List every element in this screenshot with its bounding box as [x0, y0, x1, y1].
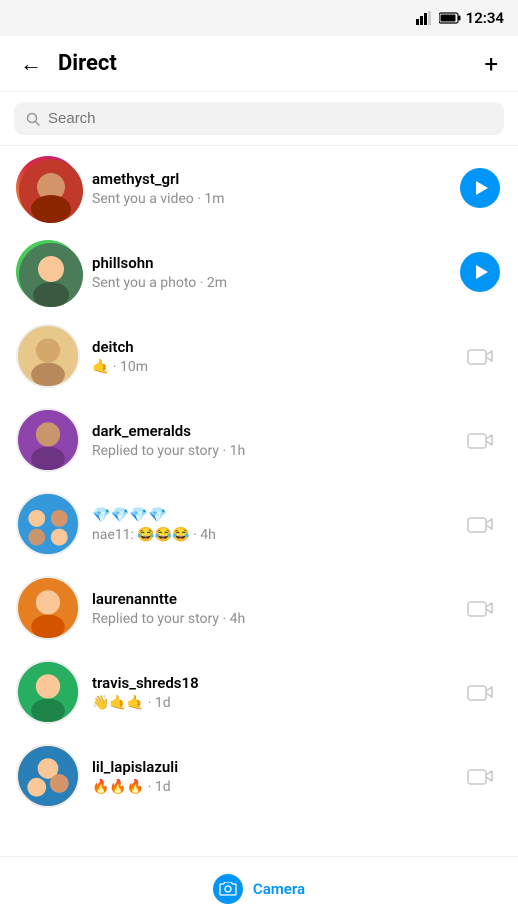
header: ← Direct + [0, 36, 518, 92]
message-action[interactable] [458, 166, 502, 210]
message-content: lil_lapislazuli 🔥🔥🔥 · 1d [92, 758, 446, 795]
camera-label: Camera [253, 880, 305, 898]
camera-icon [467, 343, 493, 369]
avatar [16, 576, 80, 640]
list-item[interactable]: 💎💎💎💎 nae11: 😂😂😂 · 4h [0, 482, 518, 566]
message-preview: nae11: 😂😂😂 · 4h [92, 527, 446, 543]
avatar [16, 660, 80, 724]
camera-icon [467, 763, 493, 789]
list-item[interactable]: phillsohn Sent you a photo · 2m [0, 230, 518, 314]
list-item[interactable]: deitch 🤙 · 10m [0, 314, 518, 398]
message-username: laurenanntte [92, 590, 446, 608]
message-action[interactable] [458, 334, 502, 378]
list-item[interactable]: travis_shreds18 👋🤙🤙 · 1d [0, 650, 518, 734]
play-button[interactable] [460, 252, 500, 292]
message-content: 💎💎💎💎 nae11: 😂😂😂 · 4h [92, 506, 446, 543]
list-item[interactable]: amethyst_grl Sent you a video · 1m [0, 146, 518, 230]
message-preview: 🔥🔥🔥 · 1d [92, 779, 446, 795]
message-username: deitch [92, 338, 446, 356]
avatar [16, 492, 80, 556]
message-content: travis_shreds18 👋🤙🤙 · 1d [92, 674, 446, 711]
message-content: deitch 🤙 · 10m [92, 338, 446, 375]
page-title: Direct [58, 51, 480, 76]
message-username: travis_shreds18 [92, 674, 446, 692]
avatar [16, 744, 80, 808]
message-preview: 👋🤙🤙 · 1d [92, 695, 446, 711]
search-container [0, 92, 518, 146]
status-bar: 12:34 [0, 0, 518, 36]
message-username: 💎💎💎💎 [92, 506, 446, 524]
message-content: phillsohn Sent you a photo · 2m [92, 254, 446, 291]
message-action[interactable] [458, 754, 502, 798]
camera-icon [467, 679, 493, 705]
camera-icon [467, 511, 493, 537]
list-item[interactable]: dark_emeralds Replied to your story · 1h [0, 398, 518, 482]
signal-icon [416, 11, 434, 25]
avatar [16, 324, 80, 388]
status-icons: 12:34 [416, 9, 504, 27]
message-username: lil_lapislazuli [92, 758, 446, 776]
message-preview: 🤙 · 10m [92, 359, 446, 375]
list-item[interactable]: laurenanntte Replied to your story · 4h [0, 566, 518, 650]
camera-button[interactable] [213, 874, 243, 904]
message-action[interactable] [458, 418, 502, 462]
message-username: amethyst_grl [92, 170, 446, 188]
bottom-bar[interactable]: Camera [0, 856, 518, 920]
message-action[interactable] [458, 670, 502, 714]
add-button[interactable]: + [480, 46, 502, 82]
message-action[interactable] [458, 502, 502, 546]
avatar [16, 408, 80, 472]
list-item[interactable]: lil_lapislazuli 🔥🔥🔥 · 1d [0, 734, 518, 818]
battery-icon [439, 12, 461, 24]
camera-icon [467, 595, 493, 621]
message-username: phillsohn [92, 254, 446, 272]
message-action[interactable] [458, 586, 502, 630]
search-bar [14, 102, 504, 135]
avatar [16, 240, 80, 304]
search-icon [26, 112, 40, 126]
message-preview: Sent you a video · 1m [92, 191, 446, 207]
message-action[interactable] [458, 250, 502, 294]
search-input[interactable] [48, 110, 492, 127]
message-content: amethyst_grl Sent you a video · 1m [92, 170, 446, 207]
back-button[interactable]: ← [16, 47, 46, 81]
message-content: dark_emeralds Replied to your story · 1h [92, 422, 446, 459]
status-time: 12:34 [466, 9, 504, 27]
avatar [16, 156, 80, 220]
message-preview: Replied to your story · 1h [92, 443, 446, 459]
play-button[interactable] [460, 168, 500, 208]
camera-icon [467, 427, 493, 453]
message-content: laurenanntte Replied to your story · 4h [92, 590, 446, 627]
message-list: amethyst_grl Sent you a video · 1m phills… [0, 146, 518, 858]
message-preview: Replied to your story · 4h [92, 611, 446, 627]
message-username: dark_emeralds [92, 422, 446, 440]
message-preview: Sent you a photo · 2m [92, 275, 446, 291]
